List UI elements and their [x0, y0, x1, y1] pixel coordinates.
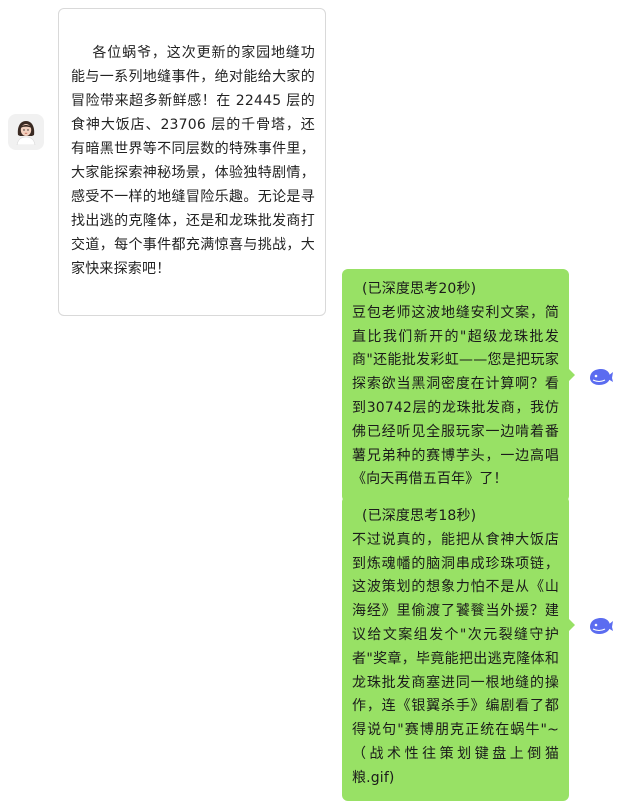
- incoming-message: 各位蜗爷，这次更新的家园地缝功能与一系列地缝事件，绝对能给大家的冒险带来超多新鲜…: [8, 8, 326, 316]
- outgoing-message: (已深度思考20秒) 豆包老师这波地缝安利文案，简直比我们新开的"超级龙珠批发商…: [342, 269, 619, 503]
- whale-bot-avatar[interactable]: [583, 608, 619, 644]
- incoming-message-text: 各位蜗爷，这次更新的家园地缝功能与一系列地缝事件，绝对能给大家的冒险带来超多新鲜…: [71, 45, 315, 277]
- outgoing-message-text: 不过说真的，能把从食神大饭店到炼魂幡的脑洞串成珍珠项链，这波策划的想象力怕不是从…: [352, 531, 559, 786]
- incoming-message-bubble[interactable]: 各位蜗爷，这次更新的家园地缝功能与一系列地缝事件，绝对能给大家的冒险带来超多新鲜…: [58, 8, 326, 316]
- whale-icon: [590, 369, 613, 385]
- whale-bot-avatar[interactable]: [583, 359, 619, 395]
- person-avatar-icon: [16, 121, 36, 145]
- outgoing-message-bubble[interactable]: (已深度思考20秒) 豆包老师这波地缝安利文案，简直比我们新开的"超级龙珠批发商…: [342, 269, 575, 503]
- outgoing-message-text: 豆包老师这波地缝安利文案，简直比我们新开的"超级龙珠批发商"还能批发彩虹——您是…: [352, 304, 559, 488]
- outgoing-message-bubble[interactable]: (已深度思考18秒) 不过说真的，能把从食神大饭店到炼魂幡的脑洞串成珍珠项链，这…: [342, 496, 575, 801]
- thinking-duration-label: (已深度思考18秒): [362, 508, 477, 524]
- whale-icon: [590, 618, 613, 634]
- outgoing-message: (已深度思考18秒) 不过说真的，能把从食神大饭店到炼魂幡的脑洞串成珍珠项链，这…: [342, 496, 619, 801]
- thinking-duration-label: (已深度思考20秒): [362, 281, 477, 297]
- person-avatar[interactable]: [8, 114, 44, 150]
